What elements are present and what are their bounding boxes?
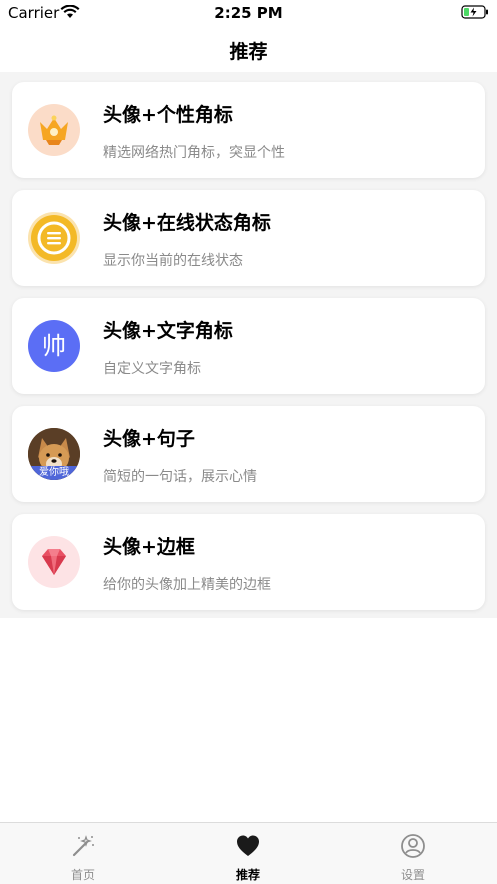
card-title: 头像+在线状态角标: [103, 212, 271, 234]
card-title: 头像+句子: [103, 428, 195, 450]
tab-home[interactable]: 首页: [23, 823, 143, 884]
tab-label: 设置: [400, 868, 425, 882]
sentence-badge-text: 爱你哦: [39, 467, 69, 478]
crown-icon: [28, 104, 80, 156]
card-sentence[interactable]: 爱你哦 头像+句子 简短的一句话，展示心情: [12, 406, 485, 502]
card-description: 给你的头像加上精美的边框: [103, 577, 271, 593]
card-description: 精选网络热门角标，突显个性: [103, 145, 285, 161]
heart-icon: [237, 835, 259, 856]
card-title: 头像+个性角标: [103, 104, 233, 126]
gem-icon: [28, 536, 80, 588]
card-description: 自定义文字角标: [103, 361, 201, 377]
card-description: 简短的一句话，展示心情: [103, 469, 257, 485]
user-circle-icon: [401, 834, 425, 858]
tab-recommend[interactable]: 推荐: [188, 823, 308, 884]
card-description: 显示你当前的在线状态: [103, 253, 243, 269]
feature-list: 头像+个性角标 精选网络热门角标，突显个性 头像+在线状态角标 显示你当前的在线…: [0, 72, 497, 618]
card-avatar-frame[interactable]: 头像+边框 给你的头像加上精美的边框: [12, 514, 485, 610]
tab-bar: 首页 推荐 设置: [0, 822, 497, 884]
battery-icon: [461, 5, 488, 19]
card-title: 头像+文字角标: [103, 320, 233, 342]
card-personal-badge[interactable]: 头像+个性角标 精选网络热门角标，突显个性: [12, 82, 485, 178]
clock: 2:25 PM: [214, 4, 283, 22]
card-text-badge[interactable]: 帅 头像+文字角标 自定义文字角标: [12, 298, 485, 394]
status-bar: Carrier 2:25 PM: [0, 0, 497, 26]
tab-label: 首页: [70, 868, 95, 882]
dog-avatar-icon: 爱你哦: [28, 428, 80, 480]
card-title: 头像+边框: [103, 536, 195, 558]
magic-wand-icon: [72, 835, 94, 857]
text-badge-icon: 帅: [28, 320, 80, 372]
tab-settings[interactable]: 设置: [353, 823, 473, 884]
card-online-status[interactable]: 头像+在线状态角标 显示你当前的在线状态: [12, 190, 485, 286]
page-title: 推荐: [229, 41, 268, 63]
tab-label: 推荐: [235, 868, 260, 882]
status-icon: [28, 212, 80, 264]
